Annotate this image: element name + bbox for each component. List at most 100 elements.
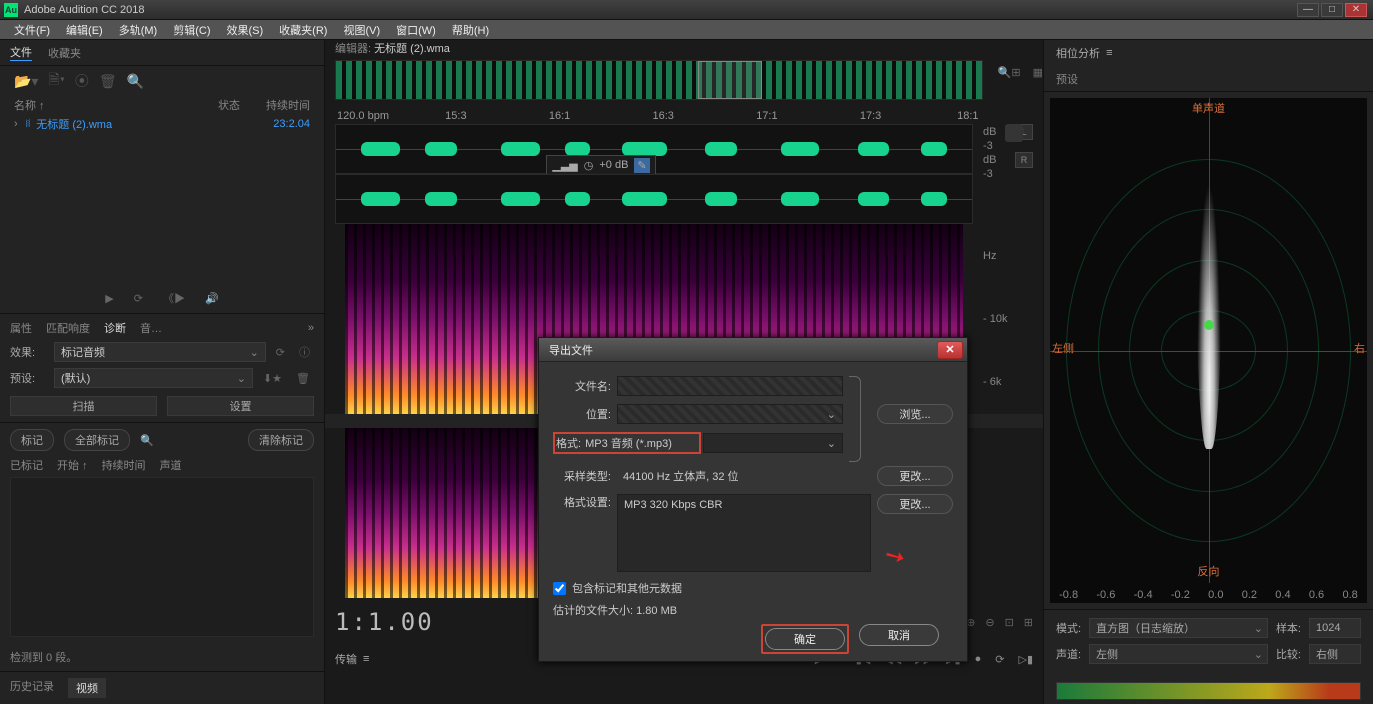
dialog-close-button[interactable]: ✕	[937, 341, 963, 359]
channel-r[interactable]: R	[1015, 152, 1033, 168]
menu-help[interactable]: 帮助(H)	[444, 22, 497, 38]
col-duration[interactable]: 持续时间	[240, 97, 310, 113]
location-input[interactable]: ⌄	[617, 404, 843, 424]
phase-dot	[1204, 320, 1214, 330]
panel-menu-icon[interactable]: ≡	[363, 653, 369, 665]
waveform-right[interactable]	[335, 174, 973, 224]
skip-icon[interactable]: ▷▮	[1018, 653, 1033, 666]
bpm-display[interactable]: 120.0 bpm	[337, 110, 389, 122]
editor-tab[interactable]: 无标题 (2).wma	[374, 40, 450, 56]
maximize-button[interactable]: □	[1321, 3, 1343, 17]
record-icon[interactable]: ⦿	[75, 71, 89, 91]
search-icon[interactable]: 🔍	[140, 434, 154, 447]
mode-select[interactable]: 直方图（日志缩放）⌄	[1089, 618, 1268, 638]
loop-icon[interactable]: ⟳	[995, 653, 1004, 666]
loop-icon[interactable]: ⟳	[134, 292, 143, 305]
time-ruler[interactable]: 120.0 bpm 15:3 16:1 16:3 17:1 17:3 18:1	[335, 104, 983, 124]
transport-label: 传输	[335, 651, 357, 667]
channel-select[interactable]: 左侧⌄	[1089, 644, 1268, 664]
pencil-icon[interactable]: ✎	[634, 158, 649, 173]
zoom-selection-icon[interactable]: ⊡	[1005, 616, 1014, 629]
preset-save-icon[interactable]: ⬇★	[259, 372, 286, 385]
window-close-button[interactable]: ✕	[1345, 3, 1367, 17]
sample-label: 样本:	[1276, 620, 1301, 636]
include-metadata-label: 包含标记和其他元数据	[572, 580, 682, 596]
hdr-duration[interactable]: 持续时间	[102, 457, 146, 473]
search-icon[interactable]: 🔍	[127, 73, 144, 90]
browse-button[interactable]: 浏览...	[877, 404, 953, 424]
settings-button[interactable]: 设置	[167, 396, 314, 416]
preset-delete-icon[interactable]: 🗑	[292, 372, 314, 385]
col-name[interactable]: 名称 ↑	[14, 97, 180, 113]
file-row[interactable]: › ⧘⧙ 无标题 (2).wma 23:2.04	[0, 114, 324, 134]
overview-selection[interactable]	[698, 61, 763, 99]
effect-reset-icon[interactable]: ⟳	[272, 346, 289, 359]
phase-top-label: 单声道	[1192, 100, 1225, 116]
zoom-out-icon[interactable]: ⊖	[985, 616, 994, 629]
effect-help-icon[interactable]: ⓘ	[295, 344, 314, 360]
menu-file[interactable]: 文件(F)	[6, 22, 58, 38]
menu-effects[interactable]: 效果(S)	[219, 22, 272, 38]
zoom-fit-icon[interactable]: 🔍⊞	[998, 66, 1021, 79]
menu-view[interactable]: 视图(V)	[335, 22, 388, 38]
ruler-mode-icon[interactable]	[1005, 124, 1023, 142]
play-icon[interactable]: ▶	[105, 292, 113, 305]
menu-edit[interactable]: 编辑(E)	[58, 22, 111, 38]
waveform-left[interactable]: ▁▃▅ ◷ +0 dB ✎	[335, 124, 973, 174]
phase-title[interactable]: 相位分析	[1056, 45, 1100, 61]
menu-window[interactable]: 窗口(W)	[388, 22, 444, 38]
more-tabs-icon[interactable]: »	[308, 322, 314, 334]
menu-multitrack[interactable]: 多轨(M)	[111, 22, 166, 38]
format-select[interactable]: ⌄	[703, 433, 843, 453]
clear-marks-button[interactable]: 清除标记	[248, 429, 314, 451]
menu-clip[interactable]: 剪辑(C)	[165, 22, 218, 38]
preset-select[interactable]: (默认) ⌄	[54, 368, 253, 388]
sample-select[interactable]: 1024	[1309, 618, 1361, 638]
effect-select[interactable]: 标记音频 ⌄	[54, 342, 266, 362]
tab-video[interactable]: 视频	[68, 678, 106, 698]
new-file-icon[interactable]: 🗎▾	[48, 69, 64, 93]
tab-favorites[interactable]: 收藏夹	[48, 45, 81, 61]
tab-match-loudness[interactable]: 匹配响度	[46, 320, 90, 336]
tab-history[interactable]: 历史记录	[10, 678, 54, 698]
tab-files[interactable]: 文件	[10, 44, 32, 61]
scan-button[interactable]: 扫描	[10, 396, 157, 416]
left-panel: 文件 收藏夹 📂▾ 🗎▾ ⦿ 🗑 🔍 名称 ↑ 状态 持续时间 › ⧘⧙ 无标题…	[0, 40, 325, 704]
tab-diagnostics[interactable]: 诊断	[104, 320, 126, 336]
dialog-title: 导出文件	[549, 342, 593, 358]
auto-play-icon[interactable]: 《▶	[163, 290, 185, 306]
hdr-marked[interactable]: 已标记	[10, 457, 43, 473]
gain-hud[interactable]: ▁▃▅ ◷ +0 dB ✎	[546, 155, 656, 175]
dialog-titlebar[interactable]: 导出文件 ✕	[539, 338, 967, 362]
export-dialog: 导出文件 ✕ 文件名: 位置: ⌄ 格式: MP3 音频	[538, 337, 968, 662]
view-mode-icon[interactable]: ▦	[1033, 66, 1043, 79]
record-icon[interactable]: ●	[975, 653, 982, 666]
delete-icon[interactable]: 🗑	[99, 73, 117, 90]
compare-select[interactable]: 右侧	[1309, 644, 1361, 664]
tab-properties[interactable]: 属性	[10, 320, 32, 336]
include-metadata-checkbox[interactable]	[553, 582, 566, 595]
col-status[interactable]: 状态	[180, 97, 240, 113]
editor-label: 编辑器:	[335, 40, 371, 56]
filename-input[interactable]	[617, 376, 843, 396]
preset-label[interactable]: 预设	[1056, 71, 1078, 87]
estimate-value: 1.80 MB	[636, 605, 677, 617]
hdr-channel[interactable]: 声道	[160, 457, 182, 473]
hdr-start[interactable]: 开始 ↑	[57, 457, 88, 473]
change-sample-button[interactable]: 更改...	[877, 466, 953, 486]
waveform-icon: ⧘⧙	[26, 118, 31, 131]
menu-favorites[interactable]: 收藏夹(R)	[271, 22, 335, 38]
tab-audio[interactable]: 音…	[140, 320, 162, 336]
change-format-button[interactable]: 更改...	[877, 494, 953, 514]
all-mark-button[interactable]: 全部标记	[64, 429, 130, 451]
expand-icon[interactable]: ›	[14, 118, 18, 130]
open-file-icon[interactable]: 📂▾	[14, 73, 38, 90]
volume-icon[interactable]: 🔊	[205, 292, 219, 305]
panel-menu-icon[interactable]: ≡	[1106, 47, 1112, 59]
ok-button[interactable]: 确定	[765, 628, 845, 650]
overview-bar[interactable]	[335, 60, 983, 100]
zoom-all-icon[interactable]: ⊞	[1024, 616, 1033, 629]
cancel-button[interactable]: 取消	[859, 624, 939, 646]
mark-button[interactable]: 标记	[10, 429, 54, 451]
minimize-button[interactable]: —	[1297, 3, 1319, 17]
